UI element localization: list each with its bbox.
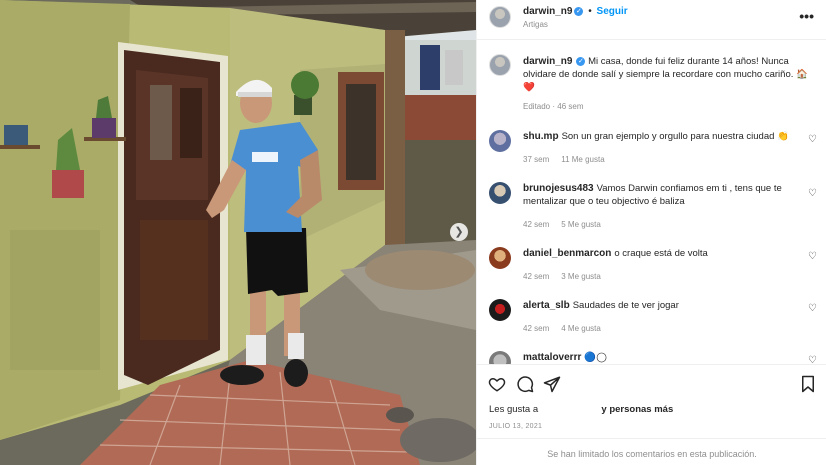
comments-limited-notice: Se han limitado los comentarios en esta … [547,449,757,459]
post-date[interactable]: JULIO 13, 2021 [489,423,542,430]
comment-likes[interactable]: 11 Me gusta [561,155,604,164]
commenter-avatar[interactable] [489,351,511,364]
comment-meta: 42 sem 5 Me gusta [523,220,613,229]
photo-scene [0,0,476,465]
author-username[interactable]: darwin_n9 [523,6,572,17]
caption-username[interactable]: darwin_n9 [523,56,572,67]
likes-suffix[interactable]: y personas más [601,404,673,415]
commenter-avatar[interactable] [489,299,511,321]
commenter-username[interactable]: shu.mp [523,131,559,142]
comment-text: 🔵◯ [584,352,607,363]
share-icon[interactable] [543,375,561,393]
commenter-username[interactable]: mattaloverrr [523,352,581,363]
comment-likes[interactable]: 3 Me gusta [561,272,601,281]
comment-item: mattaloverrr 🔵◯ ♡ [477,349,826,364]
post-photo[interactable]: ❯ [0,0,476,465]
comment-like-heart-icon[interactable]: ♡ [808,251,817,262]
commenter-username[interactable]: brunojesus483 [523,183,594,194]
comment-text: Son un gran ejemplo y orgullo para nuest… [561,131,789,142]
header-separator: • [588,6,592,17]
comment-meta: 42 sem 3 Me gusta [523,272,613,281]
post-caption: darwin_n9 ✓ Mi casa, donde fui feliz dura… [523,55,811,94]
comment-age[interactable]: 37 sem [523,155,549,164]
post-header: darwin_n9 ✓ • Seguir [523,6,628,17]
comment-likes[interactable]: 4 Me gusta [561,324,601,333]
commenter-avatar[interactable] [489,247,511,269]
comment-meta: 37 sem 11 Me gusta [523,155,617,164]
comment-age[interactable]: 42 sem [523,272,549,281]
verified-badge-icon: ✓ [574,6,584,16]
commenter-username[interactable]: alerta_slb [523,300,570,311]
comment-body: mattaloverrr 🔵◯ [523,351,793,364]
bottom-divider [477,438,826,439]
likes-prefix: Les gusta a [489,404,539,415]
author-avatar[interactable] [489,6,511,28]
comment-text: Saudades de te ver jogar [572,300,679,311]
comment-icon[interactable] [516,375,534,393]
next-photo-button[interactable]: ❯ [450,223,468,241]
follow-button[interactable]: Seguir [597,6,628,17]
comment-body: shu.mp Son un gran ejemplo y orgullo para… [523,130,793,143]
comment-body: daniel_benmarcon o craque está de volta [523,247,793,260]
comment-like-heart-icon[interactable]: ♡ [808,188,817,199]
post-details-panel: darwin_n9 ✓ • Seguir Artigas ••• darwin_n… [476,0,826,465]
liker-username-redacted [540,404,599,412]
actions-divider [477,364,826,365]
caption-meta: Editado · 46 sem [523,102,584,111]
comment-age[interactable]: 42 sem [523,220,549,229]
chevron-right-icon: ❯ [454,225,464,238]
heart-icon[interactable] [488,375,506,393]
comment-body: brunojesus483 Vamos Darwin confiamos em t… [523,182,793,208]
likes-summary: Les gusta a y personas más [489,404,673,415]
header-divider [477,39,826,40]
comment-likes[interactable]: 5 Me gusta [561,220,601,229]
verified-badge-icon: ✓ [576,56,586,66]
more-options-icon[interactable]: ••• [799,8,814,24]
comment-like-heart-icon[interactable]: ♡ [808,303,817,314]
post-location[interactable]: Artigas [523,20,548,29]
comment-like-heart-icon[interactable]: ♡ [808,355,817,364]
caption-avatar[interactable] [489,54,511,76]
comment-text: o craque está de volta [614,248,708,259]
comment-meta: 42 sem 4 Me gusta [523,324,613,333]
comment-body: alerta_slb Saudades de te ver jogar [523,299,793,312]
bookmark-icon[interactable] [799,375,817,393]
commenter-username[interactable]: daniel_benmarcon [523,248,611,259]
comment-age[interactable]: 42 sem [523,324,549,333]
comment-like-heart-icon[interactable]: ♡ [808,134,817,145]
commenter-avatar[interactable] [489,182,511,204]
commenter-avatar[interactable] [489,130,511,152]
